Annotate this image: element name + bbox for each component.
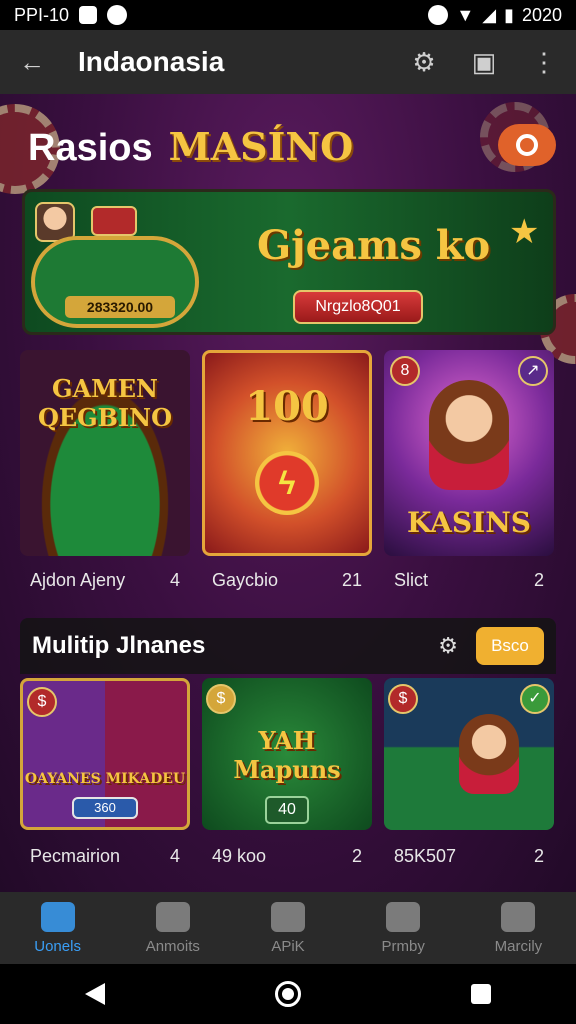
- badge-icon: $: [388, 684, 418, 714]
- cards-icon: [91, 206, 137, 236]
- banner-button[interactable]: Nrgzlo8Q01: [293, 290, 423, 324]
- game-image-title: KASINS: [406, 506, 532, 539]
- nav-label: Uonels: [34, 937, 81, 955]
- game-card[interactable]: $ OAYANES MIKADEU 360 Pecmairion 4: [20, 678, 190, 867]
- game-pill: 40: [265, 796, 309, 824]
- promo-banner[interactable]: 283320.00 Gjeams ko ★ Nrgzlo8Q01: [22, 189, 556, 335]
- page-title: Indaonasia: [78, 46, 225, 77]
- status-time: 2020: [521, 4, 562, 25]
- game-caption: Ajdon Ajeny: [30, 570, 126, 590]
- wifi-icon: ▼: [456, 4, 475, 25]
- game-card[interactable]: GAMEN QEGBINO Ajdon Ajeny 4: [20, 350, 190, 591]
- search-icon[interactable]: ⚙: [408, 46, 440, 78]
- home-button-icon[interactable]: [275, 981, 301, 1007]
- nav-item-apk[interactable]: APiK: [230, 892, 345, 964]
- game-count: 2: [533, 846, 544, 866]
- notification-icon: [107, 5, 128, 25]
- game-count: 2: [351, 846, 362, 866]
- list-icon: [155, 901, 190, 932]
- game-thumbnail[interactable]: GAMEN QEGBINO: [20, 350, 190, 556]
- game-card[interactable]: $ ✓ 85K507 2: [384, 678, 554, 867]
- badge-icon: 8: [390, 356, 420, 386]
- section-title: Mulitip Jlnanes: [32, 632, 206, 659]
- game-image-title: OAYANES MIKADEU: [24, 771, 186, 787]
- lightning-icon: ϟ: [255, 451, 319, 515]
- character-illustration: [429, 380, 509, 490]
- headline: Rasios MASÍNO: [28, 124, 353, 170]
- games-section: Mulitip Jlnanes ⚙ Bsco $ OAYANES MIKADEU…: [20, 618, 556, 892]
- banner-title: Gjeams ko: [257, 222, 491, 269]
- game-card[interactable]: 8 ↗ KASINS Slict 2: [384, 350, 554, 591]
- section-button[interactable]: Bsco: [476, 627, 544, 665]
- main-content[interactable]: Rasios MASÍNO 283320.00 Gjeams ko ★ Nrgzl…: [0, 94, 576, 892]
- puzzle-icon: [386, 901, 421, 932]
- carrier-label: PPI-10: [14, 4, 70, 25]
- cast-icon[interactable]: ▣: [468, 46, 500, 78]
- section-header: Mulitip Jlnanes ⚙ Bsco: [20, 618, 556, 674]
- battery-icon: ▮: [504, 4, 514, 25]
- coin-icon: $: [206, 684, 236, 714]
- nav-item-family[interactable]: Marcily: [461, 892, 576, 964]
- character-illustration: [459, 714, 519, 794]
- badge-icon: ✓: [520, 684, 550, 714]
- power-icon: [516, 134, 538, 156]
- game-count: 4: [169, 846, 180, 866]
- game-thumbnail[interactable]: 8 ↗ KASINS: [384, 350, 554, 556]
- expand-icon[interactable]: ↗: [518, 356, 548, 386]
- featured-row: GAMEN QEGBINO Ajdon Ajeny 4 100 ϟ Gaycbi…: [20, 350, 556, 591]
- recents-icon[interactable]: [471, 984, 491, 1004]
- home-icon: [40, 901, 75, 932]
- badge-icon: $: [27, 687, 57, 717]
- game-card[interactable]: $ YAH Mapuns 40 49 koo 2: [202, 678, 372, 867]
- nav-label: Prmby: [381, 937, 425, 955]
- game-thumbnail[interactable]: $ ✓: [384, 678, 554, 830]
- game-pill: 360: [72, 797, 138, 819]
- headline-word2: MASÍNO: [168, 124, 354, 169]
- notification-icon: [79, 6, 98, 24]
- system-nav: [0, 964, 576, 1024]
- game-count: 4: [169, 570, 180, 590]
- bottom-nav: Uonels Anmoits APiK Prmby Marcily: [0, 892, 576, 964]
- game-image-title: 100: [245, 383, 329, 430]
- nav-label: Anmoits: [145, 937, 200, 955]
- star-icon: ★: [509, 213, 540, 251]
- app-bar: ← Indaonasia ⚙ ▣ ⋮: [0, 30, 576, 94]
- shield-icon: [271, 901, 305, 932]
- game-thumbnail[interactable]: $ YAH Mapuns 40: [202, 678, 372, 830]
- game-thumbnail[interactable]: $ OAYANES MIKADEU 360: [20, 678, 190, 830]
- game-image-title: GAMEN QEGBINO: [37, 374, 173, 432]
- nav-item-home[interactable]: Uonels: [0, 892, 115, 964]
- back-arrow-icon[interactable]: ←: [16, 46, 48, 78]
- nav-item-play[interactable]: Prmby: [346, 892, 461, 964]
- game-caption: 85K507: [394, 846, 457, 866]
- nav-label: Marcily: [494, 937, 543, 955]
- nav-label: APiK: [271, 937, 305, 955]
- alarm-icon: [428, 5, 449, 25]
- game-caption: Pecmairion: [30, 846, 121, 866]
- back-icon[interactable]: [85, 983, 105, 1005]
- signal-icon: ◢: [482, 4, 497, 25]
- game-thumbnail[interactable]: 100 ϟ: [202, 350, 372, 556]
- headline-word1: Rasios: [28, 127, 153, 169]
- game-card[interactable]: 100 ϟ Gaycbio 21: [202, 350, 372, 591]
- nav-item-animations[interactable]: Anmoits: [115, 892, 230, 964]
- settings-icon[interactable]: ⚙: [438, 633, 458, 659]
- game-caption: Gaycbio: [212, 570, 279, 590]
- people-icon: [501, 901, 536, 932]
- game-count: 2: [533, 570, 544, 590]
- more-vert-icon[interactable]: ⋮: [528, 46, 560, 78]
- game-image-title: YAH Mapuns: [233, 726, 341, 784]
- game-count: 21: [341, 570, 362, 590]
- power-button[interactable]: [498, 124, 556, 166]
- section-row: $ OAYANES MIKADEU 360 Pecmairion 4 $ YAH…: [20, 678, 556, 867]
- game-caption: 49 koo: [212, 846, 267, 866]
- banner-amount: 283320.00: [65, 296, 175, 318]
- status-bar: PPI-10 ▼ ◢ ▮ 2020: [0, 0, 576, 30]
- game-caption: Slict: [394, 570, 429, 590]
